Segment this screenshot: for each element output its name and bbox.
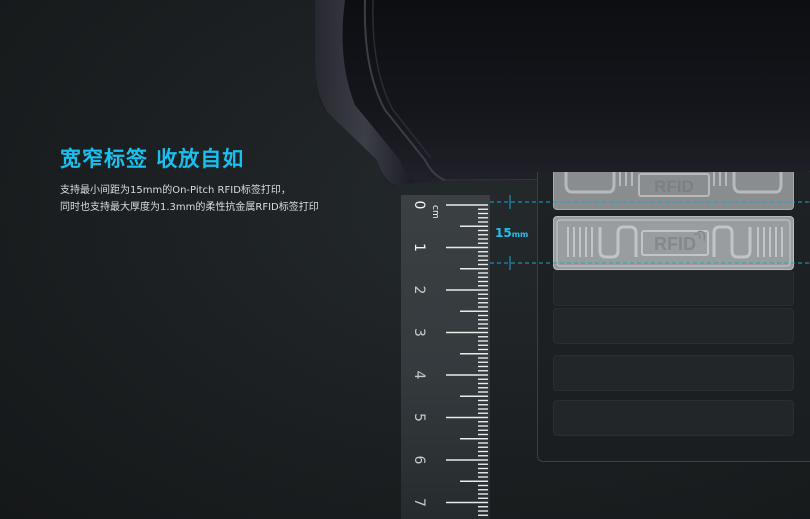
ruler: 0 1 2 3 4 5 6 7 cm [401,195,490,519]
description: 支持最小间距为15mm的On-Pitch RFID标签打印， 同时也支持最大厚度… [60,182,319,216]
pitch-unit: mm [511,230,529,239]
ruler-number: 3 [411,328,427,337]
pitch-label: 15mm [495,226,528,240]
ruler-number: 6 [411,456,427,465]
ruler-number: 2 [411,286,427,295]
ruler-number: 4 [411,371,427,380]
ruler-number: 7 [411,498,427,507]
rfid-text: RFID [654,177,694,196]
ruler-number: 5 [411,413,427,422]
ruler-unit: cm [430,205,440,219]
pitch-value: 15 [495,226,512,240]
printer-head-illustration [315,0,810,186]
blank-label-6 [553,400,794,436]
description-line-2: 同时也支持最大厚度为1.3mm的柔性抗金属RFID标签打印 [60,202,319,213]
pitch-dimension-lines [490,195,810,270]
blank-label-5 [553,355,794,391]
description-line-1: 支持最小间距为15mm的On-Pitch RFID标签打印， [60,185,291,196]
blank-label-3 [553,270,794,306]
ruler-number: 1 [411,243,427,252]
blank-label-4 [553,308,794,344]
headline: 宽窄标签 收放自如 [60,147,245,171]
ruler-number: 0 [411,201,427,210]
